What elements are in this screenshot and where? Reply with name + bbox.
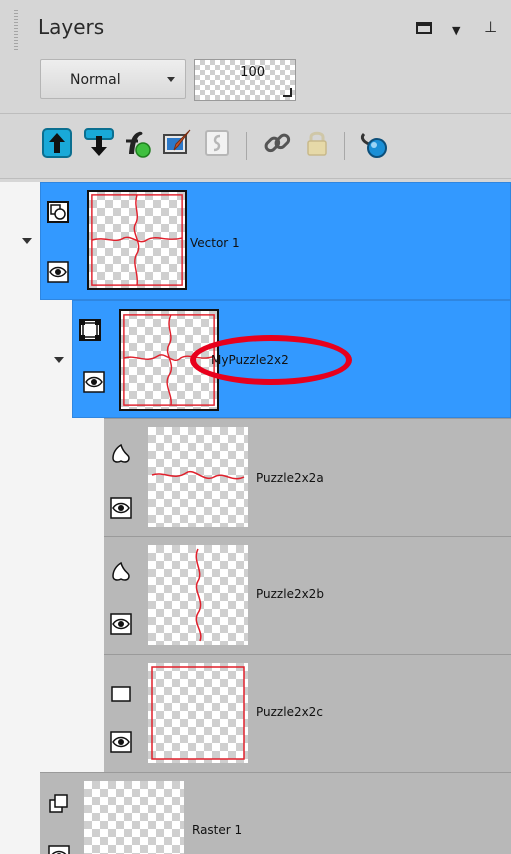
layer-name: MyPuzzle2x2 [211,353,289,367]
eye-icon[interactable] [110,613,132,635]
pin-icon[interactable]: ⊥ [484,19,497,35]
vector-layer-icon [47,201,69,223]
toolbar-separator [344,132,345,160]
layer-row-puzzle2x2c[interactable]: Puzzle2x2c [104,654,511,772]
group-layer-icon [79,319,101,341]
panel-grip[interactable] [14,10,18,50]
layer-thumbnail [87,190,187,290]
link-icon[interactable] [260,126,294,160]
opacity-field[interactable]: 100 [194,59,296,101]
layer-row-puzzle2x2b[interactable]: Puzzle2x2b [104,536,511,654]
eye-icon[interactable] [110,497,132,519]
eye-icon[interactable] [83,371,105,393]
globe-link-icon[interactable] [356,126,390,160]
layer-thumbnail [148,545,248,645]
rectangle-layer-icon [110,683,132,705]
panel-title: Layers [38,15,105,39]
opacity-slider-handle[interactable] [283,88,292,97]
toolbar-separator [246,132,247,160]
layer-brush-icon[interactable] [160,126,194,160]
layer-name: Vector 1 [190,236,240,250]
layer-fx-icon[interactable] [120,126,154,160]
layer-row-mypuzzle2x2[interactable]: MyPuzzle2x2 [72,300,511,418]
script-icon[interactable] [200,126,234,160]
raster-layer-icon [48,793,70,815]
layer-thumbnail [84,781,184,854]
chevron-down-icon [167,77,175,82]
layer-name: Raster 1 [192,823,243,837]
expand-toggle-icon[interactable] [54,357,64,363]
restore-icon[interactable] [416,22,432,34]
arrow-down-icon[interactable] [82,126,116,160]
eye-icon[interactable] [48,845,70,854]
eye-icon[interactable] [110,731,132,753]
arrow-up-icon[interactable] [40,126,74,160]
layer-name: Puzzle2x2b [256,587,324,601]
layer-thumbnail [148,663,248,763]
shape-layer-icon [110,561,132,583]
divider [0,178,511,179]
layer-row-raster-1[interactable]: Raster 1 [40,772,511,854]
layer-name: Puzzle2x2c [256,705,323,719]
eye-icon[interactable] [47,261,69,283]
lock-icon[interactable] [300,126,334,160]
layer-thumbnail [148,427,248,527]
shape-layer-icon [110,443,132,465]
opacity-value: 100 [240,65,265,80]
expand-toggle-icon[interactable] [22,238,32,244]
blend-mode-label: Normal [70,72,121,88]
blend-mode-dropdown[interactable]: Normal [40,59,186,99]
layer-row-puzzle2x2a[interactable]: Puzzle2x2a [104,418,511,536]
layer-name: Puzzle2x2a [256,471,324,485]
panel-menu-icon[interactable]: ▼ [452,23,460,39]
layer-thumbnail [119,309,219,411]
layer-row-vector-1[interactable]: Vector 1 [40,182,511,300]
divider [0,113,511,114]
layers-panel: Layers ▼ ⊥ Normal 100 Vector 1 MyPuzzle2… [0,0,511,854]
